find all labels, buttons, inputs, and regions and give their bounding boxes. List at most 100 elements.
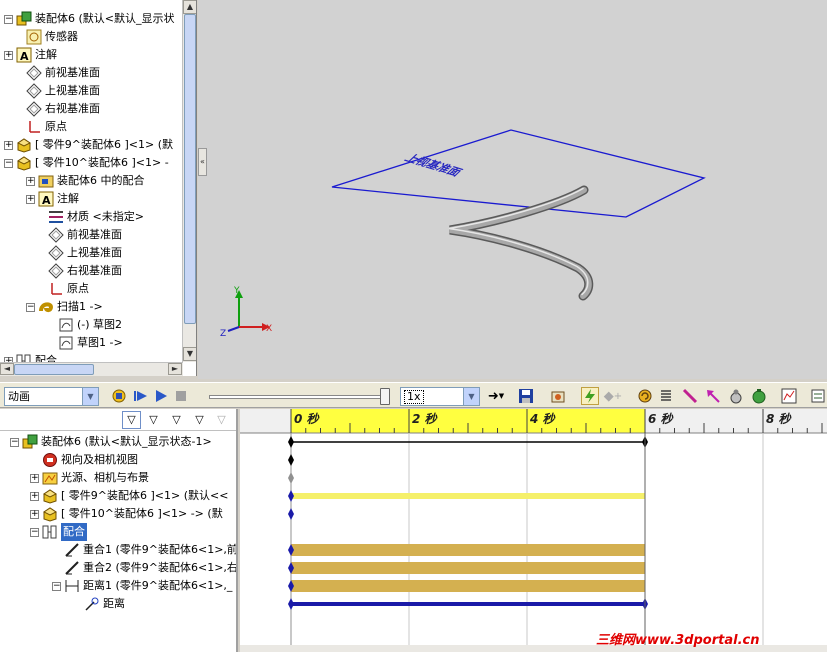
feature-tree-item-row[interactable]: 传感器 bbox=[14, 28, 78, 46]
key-point[interactable] bbox=[288, 472, 294, 484]
gravity-icon[interactable] bbox=[750, 387, 768, 405]
filter-results-icon[interactable]: ▽ bbox=[212, 411, 231, 429]
scroll-up-button[interactable]: ▲ bbox=[183, 0, 196, 14]
feature-tree-item-row[interactable]: + A 注解 bbox=[26, 190, 79, 208]
graphics-viewport[interactable]: 上视基准面 Y X Z « bbox=[198, 0, 827, 379]
svg-text:A: A bbox=[20, 50, 29, 63]
feature-tree-item-row[interactable]: (-) 草图2 bbox=[46, 316, 122, 334]
motion-tree-item-row[interactable]: 距离 bbox=[72, 595, 125, 613]
key-point[interactable] bbox=[288, 598, 294, 610]
force-icon[interactable] bbox=[704, 387, 722, 405]
feature-tree-item-label: 前视基准面 bbox=[67, 228, 122, 241]
mate-change-bar[interactable] bbox=[291, 562, 645, 574]
motion-tree-item-row[interactable]: + 光源、相机与布景 bbox=[30, 469, 149, 487]
expand-icon[interactable]: + bbox=[30, 509, 39, 519]
feature-tree-item-row[interactable]: − 扫描1 -> bbox=[26, 298, 103, 316]
filter-driving-icon[interactable]: ▽ bbox=[167, 411, 186, 429]
feature-tree-item-row[interactable]: 右视基准面 bbox=[14, 100, 100, 118]
distance-change-bar[interactable] bbox=[291, 602, 645, 606]
key-point[interactable] bbox=[288, 508, 294, 520]
mate-change-bar[interactable] bbox=[291, 544, 645, 556]
add-key-icon[interactable]: ◆ + bbox=[602, 387, 624, 405]
filter-selected-icon[interactable]: ▽ bbox=[190, 411, 209, 429]
expand-icon[interactable]: + bbox=[30, 473, 39, 483]
motion-tree-item-row[interactable]: + [ 零件10^装配体6 ]<1> -> (默 bbox=[30, 505, 223, 523]
properties-icon[interactable] bbox=[809, 387, 827, 405]
scroll-thumb[interactable] bbox=[14, 364, 94, 375]
expand-icon[interactable]: + bbox=[26, 194, 35, 204]
scroll-thumb[interactable] bbox=[184, 14, 196, 324]
feature-tree-item-row[interactable]: 上视基准面 bbox=[14, 82, 100, 100]
feature-tree-item-row[interactable]: 上视基准面 bbox=[36, 244, 122, 262]
motion-tree-item-row[interactable]: 重合1 (零件9^装配体6<1>,前 bbox=[52, 541, 236, 559]
scroll-right-button[interactable]: ► bbox=[168, 363, 182, 375]
expand-icon[interactable]: + bbox=[4, 50, 13, 60]
collapse-icon[interactable]: − bbox=[4, 14, 13, 24]
calculate-icon[interactable] bbox=[110, 387, 128, 405]
motion-tree-item-row[interactable]: + [ 零件9^装配体6 ]<1> (默认<< bbox=[30, 487, 228, 505]
timeline-chart[interactable]: 0 秒 2 秒 4 秒 6 秒 8 秒 bbox=[240, 409, 827, 652]
expand-icon[interactable]: + bbox=[30, 491, 39, 501]
chevron-down-icon[interactable]: ▼ bbox=[463, 388, 479, 405]
scroll-down-button[interactable]: ▼ bbox=[183, 347, 196, 361]
play-icon[interactable] bbox=[152, 387, 170, 405]
motion-tree-item-row[interactable]: − 装配体6 (默认<默认_显示状态-1> bbox=[10, 433, 212, 451]
contact-icon[interactable] bbox=[727, 387, 745, 405]
feature-tree-item-row[interactable]: 前视基准面 bbox=[36, 226, 122, 244]
motor-icon[interactable] bbox=[636, 387, 654, 405]
key-point[interactable] bbox=[288, 490, 294, 502]
feature-tree-item-row[interactable]: 右视基准面 bbox=[36, 262, 122, 280]
stop-icon[interactable] bbox=[172, 387, 190, 405]
feature-tree-item-row[interactable]: + [ 零件9^装配体6 ]<1> (默 bbox=[4, 136, 173, 154]
motion-tree-item-row[interactable]: − 配合 bbox=[30, 523, 87, 541]
play-from-start-icon[interactable] bbox=[132, 387, 150, 405]
collapse-icon[interactable]: − bbox=[52, 581, 61, 591]
feature-tree-item-row[interactable]: 材质 <未指定> bbox=[36, 208, 144, 226]
timeline-panel[interactable]: 0 秒 2 秒 4 秒 6 秒 8 秒 bbox=[240, 409, 827, 652]
tree-horizontal-scrollbar[interactable]: ◄ ► bbox=[0, 362, 183, 376]
filter-animated-icon[interactable]: ▽ bbox=[144, 411, 163, 429]
chevron-down-icon[interactable]: ▼ bbox=[82, 388, 98, 405]
scroll-left-button[interactable]: ◄ bbox=[0, 363, 14, 375]
playback-mode-select[interactable]: 1x ▼ bbox=[400, 387, 480, 406]
feature-tree-item-row[interactable]: 草图1 -> bbox=[46, 334, 123, 352]
collapse-icon[interactable]: − bbox=[30, 527, 39, 537]
playback-speed-slider[interactable] bbox=[209, 395, 389, 399]
feature-tree-item-row[interactable]: − [ 零件10^装配体6 ]<1> - bbox=[4, 154, 169, 172]
top-plane-outline[interactable] bbox=[331, 129, 706, 218]
plane-icon bbox=[48, 263, 64, 279]
results-plot-icon[interactable] bbox=[780, 387, 798, 405]
autokey-icon[interactable] bbox=[581, 387, 599, 405]
expand-icon[interactable]: + bbox=[26, 176, 35, 186]
study-type-select[interactable]: 动画 ▼ bbox=[4, 387, 99, 406]
playback-mode-arrow-icon[interactable]: ➜ ▼ bbox=[483, 387, 509, 405]
expand-icon[interactable]: + bbox=[4, 140, 13, 150]
tree-vertical-scrollbar[interactable]: ▲ ▼ bbox=[182, 0, 196, 362]
feature-tree-item-row[interactable]: 前视基准面 bbox=[14, 64, 100, 82]
animation-wizard-icon[interactable] bbox=[549, 387, 567, 405]
collapse-icon[interactable]: − bbox=[4, 158, 13, 168]
part9-change-bar[interactable] bbox=[291, 493, 645, 499]
motion-tree-item-row[interactable]: − 距离1 (零件9^装配体6<1>,_ bbox=[52, 577, 232, 595]
panel-collapse-toggle[interactable]: « bbox=[198, 148, 207, 176]
damper-icon[interactable] bbox=[681, 387, 699, 405]
feature-tree-item-label: 材质 <未指定> bbox=[67, 210, 144, 223]
collapse-icon[interactable]: − bbox=[10, 437, 19, 447]
feature-tree-item-row[interactable]: 原点 bbox=[14, 118, 67, 136]
spring-icon[interactable] bbox=[657, 387, 675, 405]
collapse-icon[interactable]: − bbox=[26, 302, 35, 312]
key-point[interactable] bbox=[288, 436, 294, 448]
motion-manager-tree: ▽ ▽ ▽ ▽ ▽ − 装配体6 (默认<默认_显示状态-1> 视向及相机视图 + 光源… bbox=[0, 409, 238, 652]
motion-tree-item-row[interactable]: 重合2 (零件9^装配体6<1>,右 bbox=[52, 559, 236, 577]
motion-tree-item-row[interactable]: 视向及相机视图 bbox=[30, 451, 138, 469]
feature-tree-item-row[interactable]: + 装配体6 中的配合 bbox=[26, 172, 145, 190]
slider-thumb[interactable] bbox=[380, 388, 390, 405]
filter-icon[interactable]: ▽ bbox=[122, 411, 141, 429]
mate-change-bar[interactable] bbox=[291, 580, 645, 592]
feature-tree-item-row[interactable]: − 装配体6 (默认<默认_显示状 bbox=[4, 10, 175, 28]
save-animation-icon[interactable] bbox=[517, 387, 535, 405]
feature-tree-item-row[interactable]: + A 注解 bbox=[4, 46, 57, 64]
key-point[interactable] bbox=[288, 454, 294, 466]
feature-tree-item-row[interactable]: 原点 bbox=[36, 280, 89, 298]
axis-z-label: Z bbox=[220, 329, 226, 339]
